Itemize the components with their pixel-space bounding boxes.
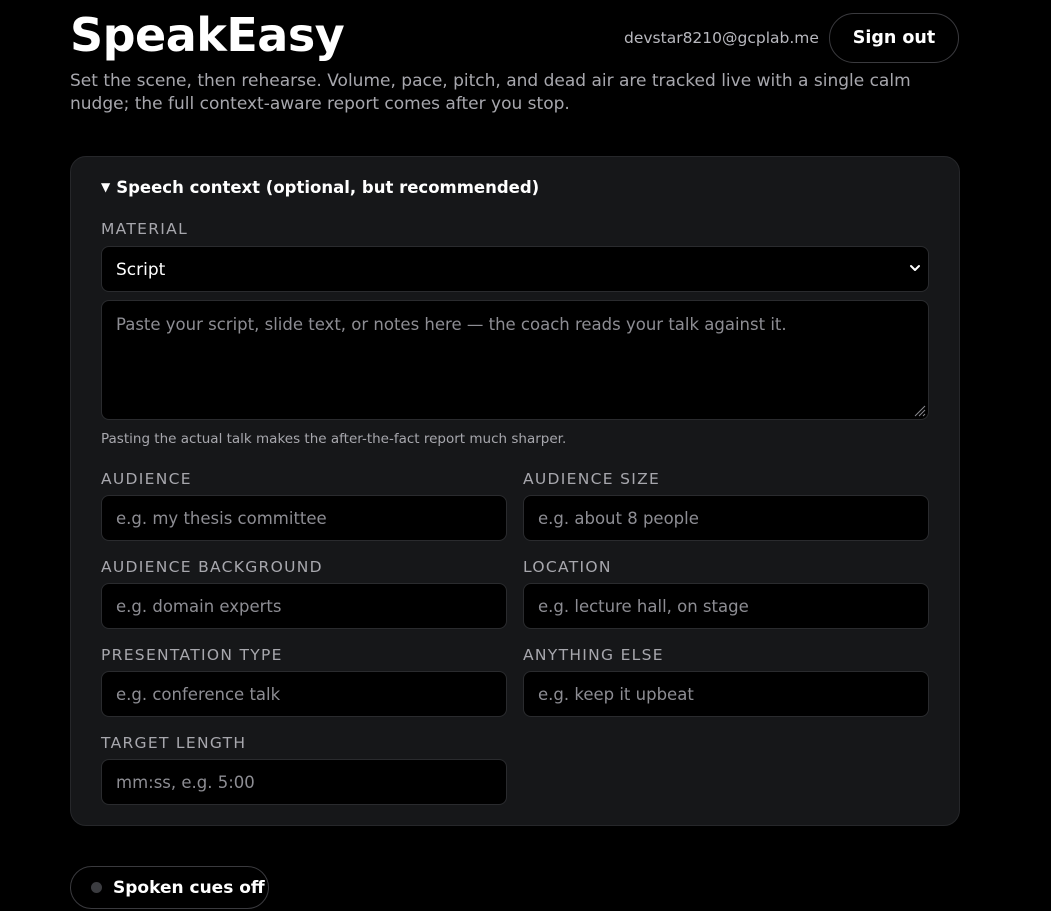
- caret-down-icon: ▼: [101, 180, 111, 194]
- page-subtitle: Set the scene, then rehearse. Volume, pa…: [70, 71, 911, 114]
- audience-background-label: AUDIENCE BACKGROUND: [101, 558, 323, 576]
- status-dot-icon: [91, 882, 102, 893]
- target-length-label: TARGET LENGTH: [101, 734, 247, 752]
- speech-context-summary-label: Speech context (optional, but recommende…: [116, 178, 540, 197]
- anything-else-label: ANYTHING ELSE: [523, 646, 664, 664]
- material-hint: Pasting the actual talk makes the after-…: [101, 431, 567, 447]
- spoken-cues-label: Spoken cues off: [113, 878, 265, 898]
- audience-input[interactable]: e.g. my thesis committee: [101, 495, 507, 541]
- audience-size-input-placeholder: e.g. about 8 people: [538, 509, 699, 528]
- audience-input-placeholder: e.g. my thesis committee: [116, 509, 327, 528]
- user-email: devstar8210@gcplab.me: [624, 29, 819, 47]
- audience-size-input[interactable]: e.g. about 8 people: [523, 495, 929, 541]
- audience-background-input[interactable]: e.g. domain experts: [101, 583, 507, 629]
- app-page: SpeakEasy devstar8210@gcplab.me Sign out…: [0, 0, 1051, 911]
- presentation-type-input[interactable]: e.g. conference talk: [101, 671, 507, 717]
- material-label: MATERIAL: [101, 220, 189, 238]
- presentation-type-label: PRESENTATION TYPE: [101, 646, 283, 664]
- app-title: SpeakEasy: [70, 8, 345, 62]
- presentation-type-input-placeholder: e.g. conference talk: [116, 685, 281, 704]
- spoken-cues-toggle[interactable]: Spoken cues off: [70, 866, 269, 909]
- audience-label: AUDIENCE: [101, 470, 192, 488]
- audience-size-label: AUDIENCE SIZE: [523, 470, 661, 488]
- material-textarea[interactable]: Paste your script, slide text, or notes …: [101, 300, 929, 420]
- location-label: LOCATION: [523, 558, 612, 576]
- material-select-value: Script: [116, 260, 166, 280]
- speech-context-toggle[interactable]: ▼ Speech context (optional, but recommend…: [101, 177, 539, 200]
- location-input-placeholder: e.g. lecture hall, on stage: [538, 597, 749, 616]
- resize-grip-icon[interactable]: [912, 403, 926, 417]
- target-length-input[interactable]: mm:ss, e.g. 5:00: [101, 759, 507, 805]
- audience-background-input-placeholder: e.g. domain experts: [116, 597, 282, 616]
- material-textarea-placeholder: Paste your script, slide text, or notes …: [116, 315, 787, 334]
- chevron-down-icon: [910, 265, 920, 271]
- location-input[interactable]: e.g. lecture hall, on stage: [523, 583, 929, 629]
- target-length-input-placeholder: mm:ss, e.g. 5:00: [116, 773, 255, 792]
- anything-else-input-placeholder: e.g. keep it upbeat: [538, 685, 694, 704]
- anything-else-input[interactable]: e.g. keep it upbeat: [523, 671, 929, 717]
- sign-out-button[interactable]: Sign out: [829, 13, 959, 63]
- speech-context-panel: ▼ Speech context (optional, but recommend…: [70, 156, 960, 826]
- material-select[interactable]: Script: [101, 246, 929, 292]
